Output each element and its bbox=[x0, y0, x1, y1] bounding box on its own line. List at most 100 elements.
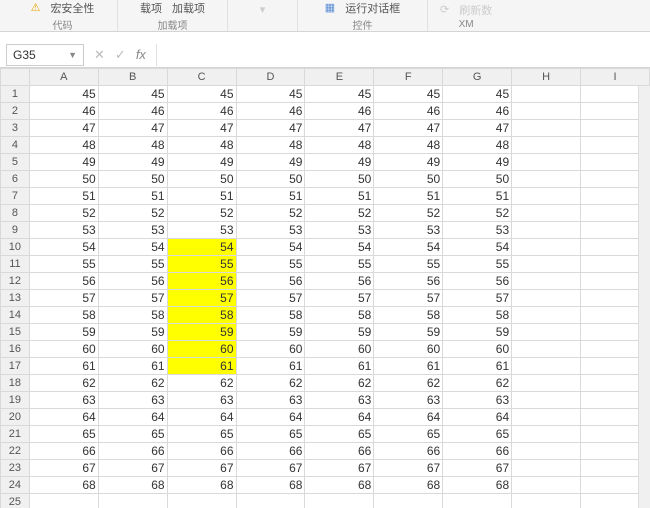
cell[interactable]: 51 bbox=[98, 188, 167, 205]
cell[interactable] bbox=[236, 494, 305, 508]
row-header[interactable]: 10 bbox=[1, 239, 30, 256]
cell[interactable]: 58 bbox=[236, 307, 305, 324]
cell[interactable]: 55 bbox=[98, 256, 167, 273]
cell[interactable]: 51 bbox=[305, 188, 374, 205]
cell[interactable]: 65 bbox=[443, 426, 512, 443]
cell[interactable]: 63 bbox=[305, 392, 374, 409]
cell[interactable]: 49 bbox=[167, 154, 236, 171]
column-header[interactable]: B bbox=[98, 69, 167, 86]
cell[interactable]: 54 bbox=[374, 239, 443, 256]
cell[interactable]: 48 bbox=[167, 137, 236, 154]
column-header[interactable]: H bbox=[512, 69, 581, 86]
cell[interactable] bbox=[512, 341, 581, 358]
cell[interactable]: 64 bbox=[305, 409, 374, 426]
column-header[interactable]: I bbox=[581, 69, 650, 86]
cell[interactable]: 62 bbox=[29, 375, 98, 392]
cell[interactable]: 46 bbox=[305, 103, 374, 120]
cell[interactable] bbox=[512, 307, 581, 324]
run-dialog-button[interactable]: 运行对话框 bbox=[345, 0, 400, 16]
cell[interactable]: 53 bbox=[443, 222, 512, 239]
name-box[interactable]: G35 ▼ bbox=[6, 44, 84, 66]
cell[interactable]: 50 bbox=[98, 171, 167, 188]
formula-input[interactable] bbox=[156, 44, 650, 66]
cell[interactable]: 52 bbox=[236, 205, 305, 222]
cell[interactable]: 63 bbox=[29, 392, 98, 409]
cell[interactable]: 55 bbox=[29, 256, 98, 273]
cancel-icon[interactable]: ✕ bbox=[94, 47, 105, 63]
cell[interactable]: 63 bbox=[98, 392, 167, 409]
cell[interactable]: 68 bbox=[305, 477, 374, 494]
cell[interactable]: 49 bbox=[236, 154, 305, 171]
cell[interactable]: 53 bbox=[98, 222, 167, 239]
cell[interactable]: 55 bbox=[305, 256, 374, 273]
cell[interactable]: 66 bbox=[443, 443, 512, 460]
cell[interactable] bbox=[305, 494, 374, 508]
cell[interactable] bbox=[374, 494, 443, 508]
cell[interactable]: 51 bbox=[236, 188, 305, 205]
cell[interactable]: 63 bbox=[167, 392, 236, 409]
cell[interactable] bbox=[512, 256, 581, 273]
row-header[interactable]: 15 bbox=[1, 324, 30, 341]
row-header[interactable]: 4 bbox=[1, 137, 30, 154]
cell[interactable]: 58 bbox=[305, 307, 374, 324]
cell[interactable]: 58 bbox=[374, 307, 443, 324]
fx-icon[interactable]: fx bbox=[136, 47, 146, 62]
row-header[interactable]: 6 bbox=[1, 171, 30, 188]
cell[interactable] bbox=[512, 290, 581, 307]
cell[interactable]: 64 bbox=[443, 409, 512, 426]
row-header[interactable]: 24 bbox=[1, 477, 30, 494]
cell[interactable]: 55 bbox=[236, 256, 305, 273]
cell[interactable]: 50 bbox=[374, 171, 443, 188]
cell[interactable]: 47 bbox=[236, 120, 305, 137]
cell[interactable]: 53 bbox=[167, 222, 236, 239]
cell[interactable]: 54 bbox=[29, 239, 98, 256]
cell[interactable]: 53 bbox=[374, 222, 443, 239]
cell[interactable]: 61 bbox=[98, 358, 167, 375]
cell[interactable]: 45 bbox=[305, 86, 374, 103]
row-header[interactable]: 5 bbox=[1, 154, 30, 171]
row-header[interactable]: 19 bbox=[1, 392, 30, 409]
cell[interactable]: 50 bbox=[443, 171, 512, 188]
cell[interactable]: 47 bbox=[374, 120, 443, 137]
cell[interactable] bbox=[512, 392, 581, 409]
cell[interactable]: 61 bbox=[374, 358, 443, 375]
cell[interactable]: 58 bbox=[443, 307, 512, 324]
cell[interactable] bbox=[512, 494, 581, 508]
cell[interactable]: 52 bbox=[443, 205, 512, 222]
cell[interactable]: 65 bbox=[374, 426, 443, 443]
cell[interactable]: 45 bbox=[443, 86, 512, 103]
cell[interactable]: 61 bbox=[167, 358, 236, 375]
cell[interactable]: 65 bbox=[305, 426, 374, 443]
row-header[interactable]: 7 bbox=[1, 188, 30, 205]
vertical-scrollbar[interactable] bbox=[638, 86, 650, 508]
cell[interactable]: 66 bbox=[305, 443, 374, 460]
cell[interactable]: 57 bbox=[29, 290, 98, 307]
cell[interactable]: 48 bbox=[29, 137, 98, 154]
cell[interactable] bbox=[512, 375, 581, 392]
row-header[interactable]: 12 bbox=[1, 273, 30, 290]
cell[interactable]: 57 bbox=[443, 290, 512, 307]
cell[interactable]: 64 bbox=[374, 409, 443, 426]
cell[interactable] bbox=[512, 324, 581, 341]
row-header[interactable]: 2 bbox=[1, 103, 30, 120]
cell[interactable]: 56 bbox=[236, 273, 305, 290]
cell[interactable]: 60 bbox=[98, 341, 167, 358]
cell[interactable] bbox=[512, 477, 581, 494]
cell[interactable]: 68 bbox=[236, 477, 305, 494]
cell[interactable]: 55 bbox=[374, 256, 443, 273]
cell[interactable]: 47 bbox=[167, 120, 236, 137]
cell[interactable]: 52 bbox=[167, 205, 236, 222]
cell[interactable]: 64 bbox=[167, 409, 236, 426]
cell[interactable]: 52 bbox=[305, 205, 374, 222]
cell[interactable]: 62 bbox=[167, 375, 236, 392]
cell[interactable]: 47 bbox=[305, 120, 374, 137]
cell[interactable]: 64 bbox=[29, 409, 98, 426]
cell[interactable]: 62 bbox=[374, 375, 443, 392]
macro-security-button[interactable]: 宏安全性 bbox=[50, 0, 94, 16]
cell[interactable]: 47 bbox=[443, 120, 512, 137]
spreadsheet-grid[interactable]: ABCDEFGHI1454545454545452464646464646463… bbox=[0, 68, 650, 508]
cell[interactable]: 64 bbox=[236, 409, 305, 426]
cell[interactable]: 56 bbox=[305, 273, 374, 290]
cell[interactable] bbox=[512, 426, 581, 443]
cell[interactable] bbox=[512, 171, 581, 188]
